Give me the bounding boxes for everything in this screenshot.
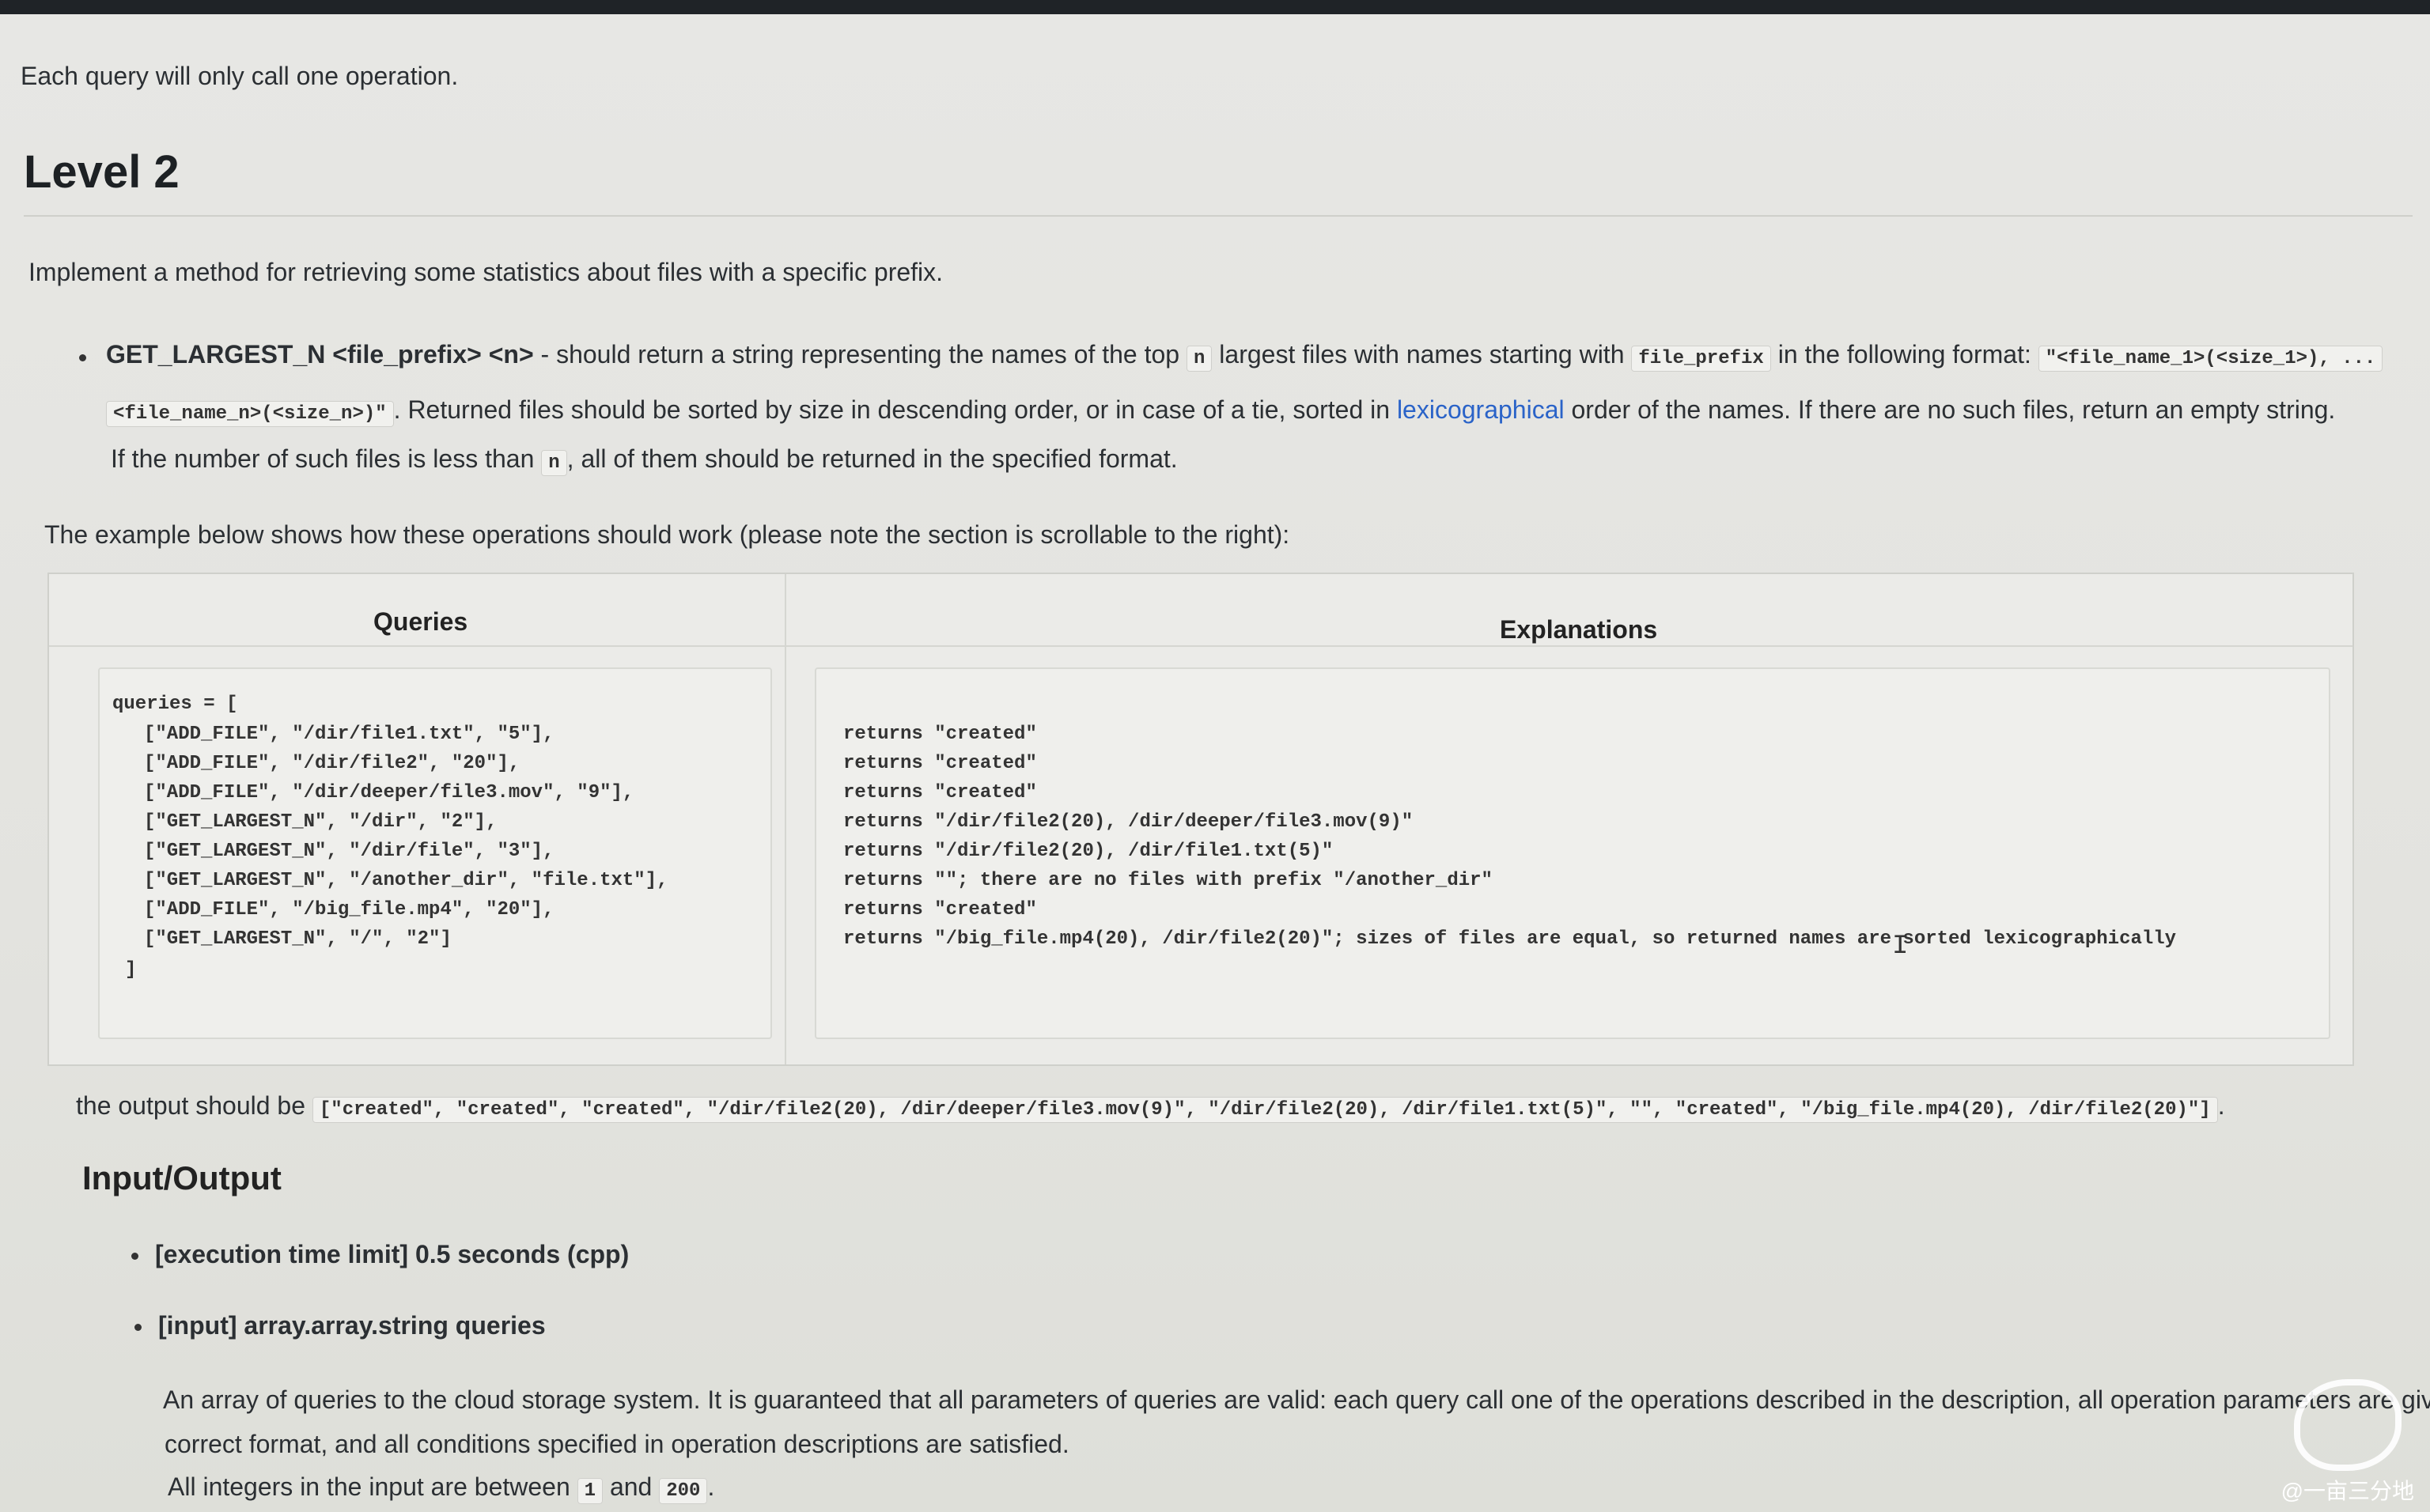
output-value: ["created", "created", "created", "/dir/… [312,1097,2218,1123]
integer-range: All integers in the input are between 1 … [168,1469,714,1509]
method-text: - should return a string representing th… [533,340,1187,369]
input-description-2: correct format, and all conditions speci… [165,1430,1069,1458]
explanation-line: returns "created" [843,753,1037,774]
header-divider [49,645,2352,647]
watermark: @一亩三分地 [2281,1379,2414,1506]
level-title: Level 2 [24,146,180,198]
explanation-line: returns "created" [843,899,1037,920]
method-text: , all of them should be returned in the … [566,444,1178,473]
method-text: in the following format: [1770,340,2038,369]
query-line: ["ADD_FILE", "/dir/file1.txt", "5"], [144,724,555,745]
explanation-line: returns "/dir/file2(20), /dir/file1.txt(… [843,841,1334,862]
method-line-1: GET_LARGEST_N <file_prefix> <n> - should… [106,337,2383,376]
screen: Each query will only call one operation.… [0,14,2430,1512]
explanation-line: returns ""; there are no files with pref… [843,870,1493,891]
output-line: the output should be ["created", "create… [76,1088,2225,1128]
explanations-header: Explanations [1500,615,1658,644]
bullet [131,1253,138,1260]
code-format-start: "<file_name_1>(<size_1>), ... [2038,346,2383,372]
code-format-end: <file_name_n>(<size_n>)" [106,401,394,427]
query-line: ["GET_LARGEST_N", "/another_dir", "file.… [144,870,668,891]
method-line-2: <file_name_n>(<size_n>)". Returned files… [106,392,2335,432]
query-line: ["GET_LARGEST_N", "/", "2"] [144,928,452,950]
queries-header: Queries [373,607,468,636]
int-text: All integers in the input are between [168,1472,577,1501]
query-line: ["GET_LARGEST_N", "/dir/file", "3"], [144,841,555,862]
text-cursor-icon: I [1892,932,1909,962]
queries-open: queries = [ [112,694,238,715]
bullet [134,1324,142,1331]
explanation-line: returns "/big_file.mp4(20), /dir/file2(2… [843,928,2177,950]
code-file-prefix: file_prefix [1631,346,1771,372]
explanations-list: returns "created" returns "created" retu… [843,720,2176,954]
queries-close: ] [125,959,137,981]
code-n-2: n [541,450,567,476]
output-end: . [2217,1091,2225,1120]
method-line-3: If the number of such files is less than… [111,441,1178,481]
method-signature: GET_LARGEST_N <file_prefix> <n> [106,340,534,369]
execution-time-limit: [execution time limit] 0.5 seconds (cpp) [155,1240,630,1268]
input-description-1: An array of queries to the cloud storage… [163,1385,2430,1414]
int-min: 1 [577,1478,604,1504]
query-line: ["ADD_FILE", "/dir/file2", "20"], [144,753,520,774]
watermark-logo-icon [2293,1379,2402,1471]
column-divider [785,574,786,1064]
explanations-code-box: returns "created" returns "created" retu… [815,667,2330,1039]
method-text: If the number of such files is less than [111,444,542,473]
method-text: . Returned files should be sorted by siz… [393,395,1397,424]
explanation-line: returns "created" [843,724,1037,745]
query-line: ["ADD_FILE", "/big_file.mp4", "20"], [144,899,555,920]
int-max: 200 [659,1478,708,1504]
bullet [79,354,86,361]
output-label: the output should be [76,1091,312,1120]
level-description: Implement a method for retrieving some s… [28,258,944,286]
queries-code-box: queries = [ ["ADD_FILE", "/dir/file1.txt… [98,667,772,1039]
io-title: Input/Output [82,1159,282,1196]
method-text: largest files with names starting with [1212,340,1632,369]
query-line: ["GET_LARGEST_N", "/dir", "2"], [144,811,498,833]
explanation-line: returns "/dir/file2(20), /dir/deeper/fil… [843,811,1414,833]
method-text: order of the names. If there are no such… [1564,395,2336,424]
queries-list: ["ADD_FILE", "/dir/file1.txt", "5"], ["A… [144,720,668,954]
intro-note: Each query will only call one operation. [21,62,459,90]
example-intro: The example below shows how these operat… [44,520,1290,549]
explanation-line: returns "created" [843,782,1037,803]
example-table[interactable]: Queries Explanations queries = [ ["ADD_F… [47,573,2354,1066]
code-n: n [1186,346,1213,372]
lexicographical-link[interactable]: lexicographical [1397,395,1565,424]
query-line: ["ADD_FILE", "/dir/deeper/file3.mov", "9… [144,782,634,803]
int-text: . [707,1472,715,1501]
watermark-text: @一亩三分地 [2280,1479,2414,1503]
input-spec: [input] array.array.string queries [158,1311,546,1340]
title-divider [24,215,2413,217]
int-text: and [603,1472,660,1501]
